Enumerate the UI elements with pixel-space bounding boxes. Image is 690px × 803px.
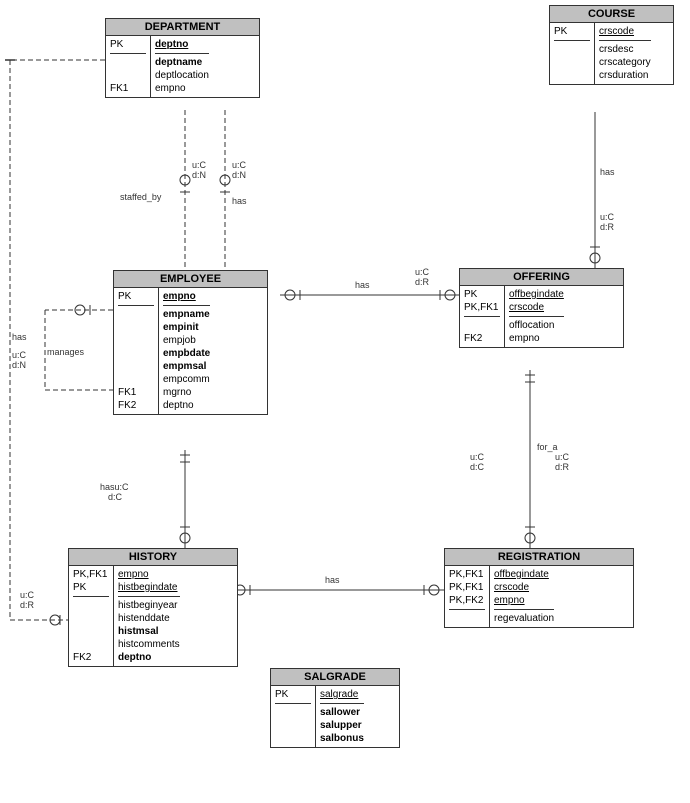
svg-text:manages: manages xyxy=(47,347,85,357)
svg-text:d:N: d:N xyxy=(12,360,26,370)
dept-pk-key: PK xyxy=(110,39,123,50)
dept-deptlocation: deptlocation xyxy=(155,70,209,81)
svg-text:for_a: for_a xyxy=(537,442,558,452)
emp-pk-key: PK xyxy=(118,291,131,302)
reg-regevaluation: regevaluation xyxy=(494,613,554,624)
course-crsdesc: crsdesc xyxy=(599,44,633,55)
svg-text:u:C: u:C xyxy=(192,160,207,170)
dept-deptname: deptname xyxy=(155,57,202,68)
hist-histbeginyear: histbeginyear xyxy=(118,600,177,611)
department-entity: DEPARTMENT PK FK1 deptno deptname dep xyxy=(105,18,260,98)
svg-text:d:R: d:R xyxy=(600,222,615,232)
emp-empinit: empinit xyxy=(163,322,199,333)
emp-empcomm: empcomm xyxy=(163,374,210,385)
reg-offbegindate: offbegindate xyxy=(494,569,549,580)
svg-text:u:C: u:C xyxy=(415,267,430,277)
svg-text:has: has xyxy=(600,167,615,177)
registration-title: REGISTRATION xyxy=(445,549,633,566)
course-attr-key xyxy=(554,44,557,55)
svg-text:has: has xyxy=(355,280,370,290)
course-crsduration: crsduration xyxy=(599,70,648,81)
off-offlocation: offlocation xyxy=(509,320,554,331)
svg-text:staffed_by: staffed_by xyxy=(120,192,162,202)
hist-histcomments: histcomments xyxy=(118,639,180,650)
svg-text:d:R: d:R xyxy=(555,462,570,472)
svg-text:d:N: d:N xyxy=(192,170,206,180)
employee-entity: EMPLOYEE PK FK1 FK2 xyxy=(113,270,268,415)
sal-salupper: salupper xyxy=(320,720,362,731)
reg-crscode: crscode xyxy=(494,582,529,593)
department-title: DEPARTMENT xyxy=(106,19,259,36)
hist-histmsal: histmsal xyxy=(118,626,159,637)
dept-deptno: deptno xyxy=(155,39,188,50)
reg-empno: empno xyxy=(494,595,525,606)
svg-text:u:C: u:C xyxy=(20,590,35,600)
svg-text:u:C: u:C xyxy=(470,452,485,462)
sal-salgrade: salgrade xyxy=(320,689,358,700)
course-crscode: crscode xyxy=(599,26,634,37)
svg-text:u:C: u:C xyxy=(12,350,27,360)
svg-text:has: has xyxy=(232,196,247,206)
course-crscategory: crscategory xyxy=(599,57,651,68)
svg-text:has: has xyxy=(325,575,340,585)
emp-empjob: empjob xyxy=(163,335,196,346)
emp-empbdate: empbdate xyxy=(163,348,210,359)
off-pk-key: PK xyxy=(464,289,477,300)
hist-empno: empno xyxy=(118,569,149,580)
svg-text:u:C: u:C xyxy=(600,212,615,222)
hist-deptno: deptno xyxy=(118,652,151,663)
course-title: COURSE xyxy=(550,6,673,23)
hist-histenddate: histenddate xyxy=(118,613,170,624)
offering-title: OFFERING xyxy=(460,269,623,286)
sal-sallower: sallower xyxy=(320,707,360,718)
svg-text:u:C: u:C xyxy=(232,160,247,170)
svg-text:has: has xyxy=(12,332,27,342)
emp-mgrno: mgrno xyxy=(163,387,191,398)
course-entity: COURSE PK xyxy=(549,5,674,85)
svg-text:d:R: d:R xyxy=(20,600,35,610)
off-empno: empno xyxy=(509,333,540,344)
history-entity: HISTORY PK,FK1 PK FK2 e xyxy=(68,548,238,667)
dept-empno: empno xyxy=(155,83,186,94)
svg-text:d:N: d:N xyxy=(232,170,246,180)
off-offbegindate: offbegindate xyxy=(509,289,564,300)
employee-title: EMPLOYEE xyxy=(114,271,267,288)
course-pk-key: PK xyxy=(554,26,567,37)
registration-entity: REGISTRATION PK,FK1 PK,FK1 PK,FK2 offbeg… xyxy=(444,548,634,628)
svg-text:d:R: d:R xyxy=(415,277,430,287)
salgrade-entity: SALGRADE PK salgrade sallower salup xyxy=(270,668,400,748)
emp-empno: empno xyxy=(163,291,196,302)
hist-histbegindate: histbegindate xyxy=(118,582,178,593)
svg-text:hasu:C: hasu:C xyxy=(100,482,129,492)
svg-text:u:C: u:C xyxy=(555,452,570,462)
history-title: HISTORY xyxy=(69,549,237,566)
emp-empmsal: empmsal xyxy=(163,361,206,372)
offering-entity: OFFERING PK PK,FK1 FK2 offbegindate xyxy=(459,268,624,348)
emp-empname: empname xyxy=(163,309,210,320)
emp-deptno: deptno xyxy=(163,400,194,411)
svg-text:d:C: d:C xyxy=(470,462,485,472)
svg-text:d:C: d:C xyxy=(108,492,123,502)
sal-salbonus: salbonus xyxy=(320,733,364,744)
salgrade-title: SALGRADE xyxy=(271,669,399,686)
off-crscode: crscode xyxy=(509,302,544,313)
